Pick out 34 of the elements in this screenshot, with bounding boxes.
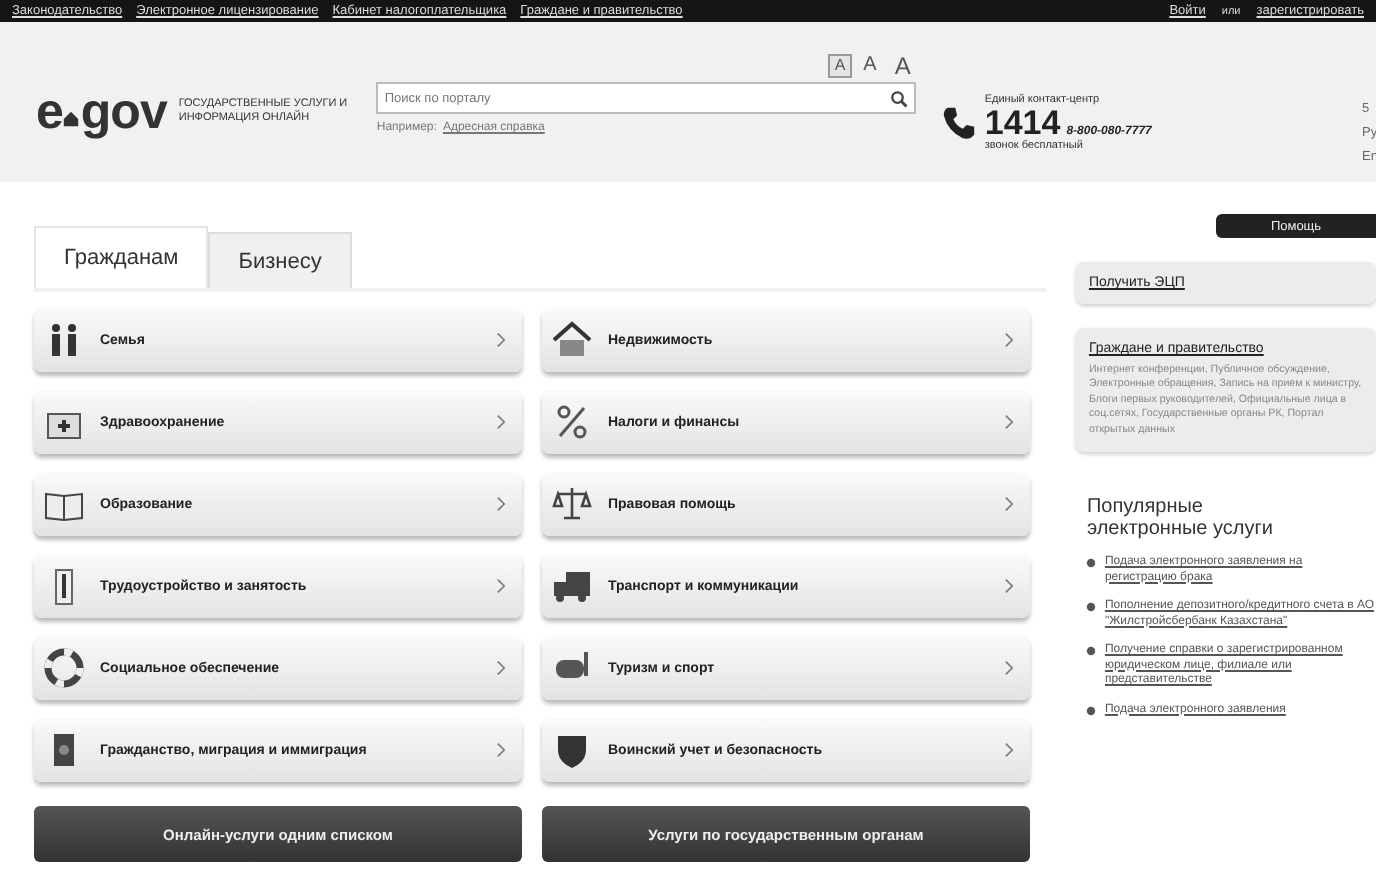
chevron-icon <box>1004 742 1014 758</box>
phone-icon <box>940 104 979 142</box>
tab[interactable]: Гражданам <box>34 226 209 288</box>
popular-title: Популярные электронные услуги <box>1086 496 1275 541</box>
search-icon[interactable] <box>890 89 909 107</box>
truck-icon <box>552 566 592 606</box>
font-size-button[interactable]: A <box>857 54 883 78</box>
house-icon <box>552 320 592 360</box>
bullet-icon <box>1086 602 1097 613</box>
bullet-icon <box>1086 558 1097 569</box>
chevron-icon <box>496 496 506 512</box>
chevron-icon <box>496 332 506 348</box>
percent-icon <box>552 402 592 442</box>
logo-text: e <box>36 90 63 134</box>
bullet-icon <box>1086 705 1097 716</box>
logo-text: gov <box>80 90 167 134</box>
chevron-icon <box>1004 660 1014 676</box>
bullet-icon <box>1086 646 1097 657</box>
font-size-button[interactable]: A <box>888 54 917 78</box>
chevron-icon <box>496 660 506 676</box>
shield-icon <box>552 730 592 770</box>
font-size-button[interactable]: A <box>828 54 852 78</box>
scales-icon <box>552 484 592 524</box>
lifebuoy-icon <box>44 648 84 688</box>
phone-number: 1414 <box>984 106 1061 140</box>
chevron-icon <box>1004 414 1014 430</box>
tab[interactable]: Бизнесу <box>208 232 352 288</box>
chevron-icon <box>496 578 506 594</box>
chevron-icon <box>1004 496 1014 512</box>
chevron-icon <box>1004 578 1014 594</box>
chevron-icon <box>496 742 506 758</box>
chevron-icon <box>496 414 506 430</box>
house-icon <box>62 108 81 130</box>
chevron-icon <box>1004 332 1014 348</box>
